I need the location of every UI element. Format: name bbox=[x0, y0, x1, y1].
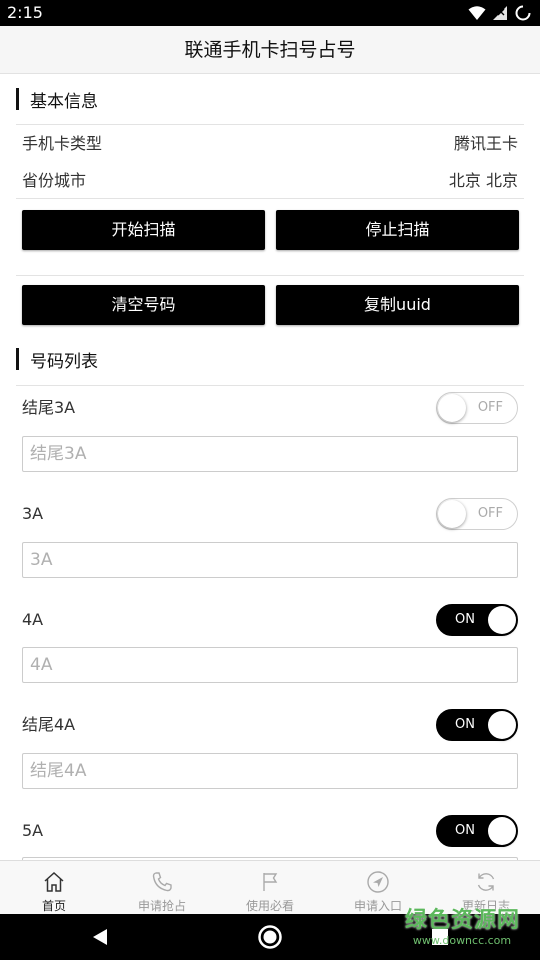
option-toggle[interactable]: ON bbox=[436, 815, 518, 847]
start-scan-button[interactable]: 开始扫描 bbox=[22, 210, 265, 250]
card-type-label: 手机卡类型 bbox=[22, 134, 103, 153]
city-label: 省份城市 bbox=[22, 171, 87, 190]
cell-signal-icon bbox=[493, 6, 507, 20]
option-label: 3A bbox=[22, 504, 44, 523]
toggle-knob bbox=[488, 606, 516, 634]
stop-scan-button[interactable]: 停止扫描 bbox=[276, 210, 519, 250]
status-icons bbox=[468, 3, 532, 23]
tab-label: 使用必看 bbox=[245, 899, 294, 913]
tab-home[interactable]: 首页 bbox=[0, 861, 108, 915]
refresh-icon bbox=[477, 873, 495, 891]
nav-back-button[interactable] bbox=[80, 914, 120, 960]
divider bbox=[16, 385, 524, 386]
navigation-icon bbox=[367, 871, 389, 893]
tab-apply-grab[interactable]: 申请抢占 bbox=[108, 861, 216, 915]
section-marker bbox=[16, 88, 19, 110]
tab-label: 申请入口 bbox=[353, 899, 402, 913]
wifi-icon bbox=[468, 6, 486, 20]
tab-label: 申请抢占 bbox=[137, 899, 186, 913]
divider bbox=[16, 275, 524, 276]
option-toggle[interactable]: ON bbox=[436, 709, 518, 741]
info-row-city: 省份城市 北京 北京 bbox=[22, 165, 518, 193]
option-label: 5A bbox=[22, 821, 44, 840]
section-title-basic-info: 基本信息 bbox=[30, 91, 98, 112]
clear-numbers-button[interactable]: 清空号码 bbox=[22, 285, 265, 325]
phone-icon bbox=[152, 872, 172, 892]
toggle-knob bbox=[488, 711, 516, 739]
nav-recents-button[interactable] bbox=[420, 914, 460, 960]
tab-must-read[interactable]: 使用必看 bbox=[216, 861, 324, 915]
tab-apply-entry[interactable]: 申请入口 bbox=[324, 861, 432, 915]
battery-icon bbox=[515, 5, 531, 21]
flag-icon bbox=[263, 873, 278, 891]
system-nav-bar bbox=[0, 914, 540, 960]
back-triangle-icon bbox=[93, 929, 107, 945]
tab-changelog[interactable]: 更新日志 bbox=[432, 861, 540, 915]
section-number-list: 号码列表 bbox=[16, 347, 98, 372]
bottom-tab-bar: 首页 申请抢占 使用必看 申请入口 更新日志 bbox=[0, 860, 540, 914]
option-input[interactable] bbox=[22, 647, 518, 683]
recents-square-icon bbox=[432, 929, 448, 945]
toggle-text: ON bbox=[455, 823, 475, 838]
section-basic-info: 基本信息 bbox=[16, 87, 98, 112]
section-title-number-list: 号码列表 bbox=[30, 351, 98, 372]
option-label: 4A bbox=[22, 610, 44, 629]
option-input[interactable] bbox=[22, 542, 518, 578]
toggle-text: OFF bbox=[477, 400, 503, 415]
page-title: 联通手机卡扫号占号 bbox=[184, 39, 356, 61]
nav-home-button[interactable] bbox=[250, 914, 290, 960]
copy-uuid-button[interactable]: 复制uuid bbox=[276, 285, 519, 325]
divider bbox=[16, 198, 524, 199]
tab-label: 更新日志 bbox=[461, 899, 510, 913]
status-time: 2:15 bbox=[7, 3, 43, 22]
status-bar: 2:15 bbox=[0, 0, 540, 26]
divider bbox=[16, 124, 524, 125]
title-bar: 联通手机卡扫号占号 bbox=[0, 26, 540, 74]
option-toggle[interactable]: OFF bbox=[436, 392, 518, 424]
info-row-card-type: 手机卡类型 腾讯王卡 bbox=[22, 128, 518, 156]
toggle-text: ON bbox=[455, 612, 475, 627]
option-label: 结尾4A bbox=[22, 715, 76, 734]
card-type-value: 腾讯王卡 bbox=[453, 134, 518, 153]
home-circle-icon bbox=[258, 925, 282, 949]
home-icon bbox=[44, 871, 64, 892]
toggle-text: OFF bbox=[477, 506, 503, 521]
tab-label: 首页 bbox=[41, 899, 66, 913]
toggle-text: ON bbox=[455, 717, 475, 732]
option-label: 结尾3A bbox=[22, 398, 76, 417]
city-value: 北京 北京 bbox=[448, 171, 518, 190]
toggle-knob bbox=[438, 500, 466, 528]
toggle-knob bbox=[488, 817, 516, 845]
main-content[interactable]: 基本信息 手机卡类型 腾讯王卡 省份城市 北京 北京 开始扫描 停止扫描 清空号… bbox=[0, 75, 540, 860]
section-marker bbox=[16, 348, 19, 370]
option-toggle[interactable]: ON bbox=[436, 604, 518, 636]
option-toggle[interactable]: OFF bbox=[436, 498, 518, 530]
toggle-knob bbox=[438, 394, 466, 422]
option-input[interactable] bbox=[22, 753, 518, 789]
option-input[interactable] bbox=[22, 436, 518, 472]
